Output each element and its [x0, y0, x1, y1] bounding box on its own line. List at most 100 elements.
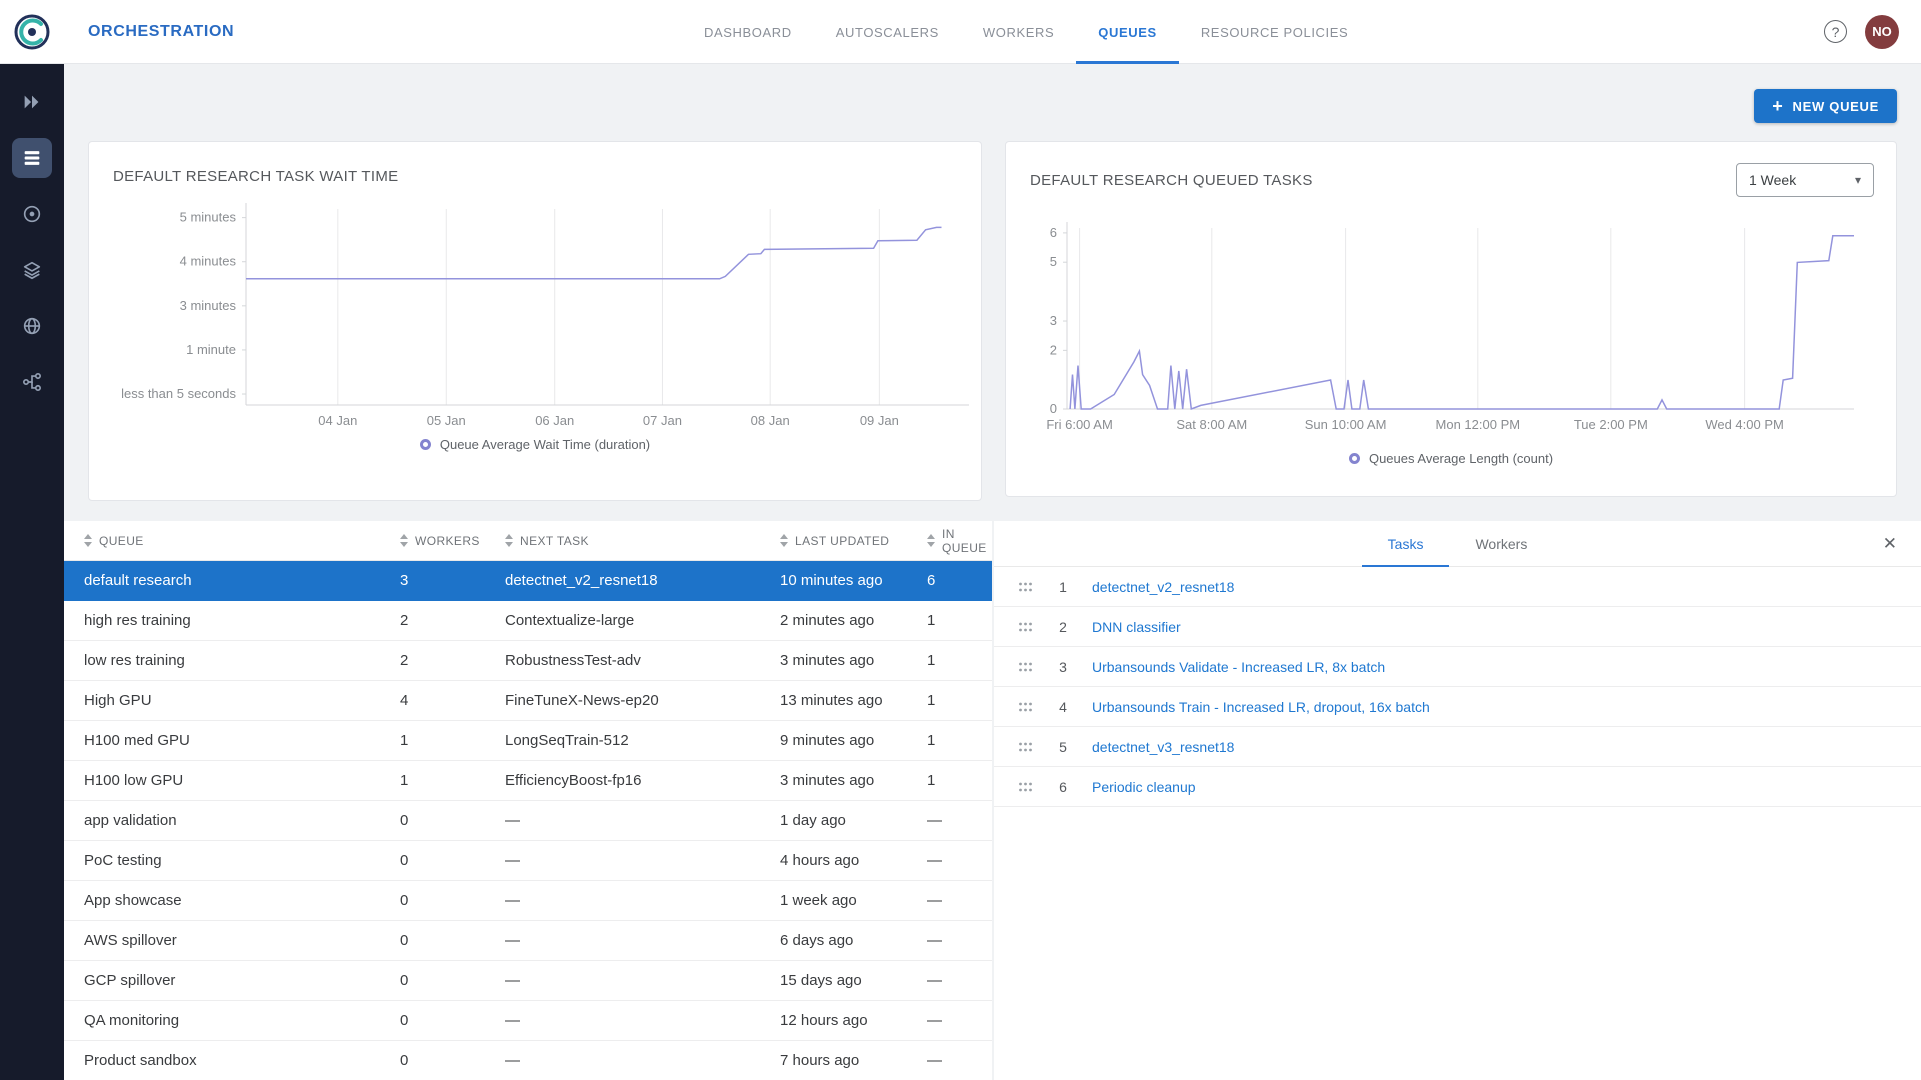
svg-text:Wed 4:00 PM: Wed 4:00 PM [1705, 417, 1784, 432]
queue-cell: PoC testing [64, 852, 384, 869]
nav-tab-queues[interactable]: QUEUES [1076, 0, 1179, 64]
legend-dot-icon[interactable] [1349, 453, 1360, 464]
globe-icon[interactable] [12, 306, 52, 346]
svg-text:07 Jan: 07 Jan [643, 413, 682, 428]
table-row[interactable]: default research3detectnet_v2_resnet1810… [64, 561, 992, 601]
task-link[interactable]: detectnet_v3_resnet18 [1092, 739, 1234, 755]
task-index: 3 [1052, 659, 1074, 675]
help-icon[interactable]: ? [1824, 20, 1847, 43]
new-queue-button[interactable]: + NEW QUEUE [1754, 89, 1897, 123]
svg-text:0: 0 [1050, 401, 1057, 416]
column-header-workers[interactable]: WORKERS [384, 534, 489, 548]
drag-handle-icon[interactable] [1018, 701, 1034, 713]
nav-tab-dashboard[interactable]: DASHBOARD [682, 0, 814, 64]
next-task-cell: EfficiencyBoost-fp16 [489, 772, 764, 789]
legend-dot-icon[interactable] [420, 439, 431, 450]
next-task-cell: — [489, 972, 764, 989]
task-link[interactable]: DNN classifier [1092, 619, 1181, 635]
next-task-cell: — [489, 892, 764, 909]
task-link[interactable]: Periodic cleanup [1092, 779, 1196, 795]
svg-text:3 minutes: 3 minutes [180, 298, 237, 313]
last-updated-cell: 3 minutes ago [764, 652, 911, 669]
in-queue-cell: — [911, 972, 992, 989]
last-updated-cell: 6 days ago [764, 932, 911, 949]
drag-handle-icon[interactable] [1018, 741, 1034, 753]
tab-workers[interactable]: Workers [1449, 521, 1553, 567]
new-queue-label: NEW QUEUE [1793, 99, 1879, 114]
task-row: 6Periodic cleanup [994, 767, 1921, 807]
clearml-logo[interactable] [0, 12, 64, 52]
svg-text:Tue 2:00 PM: Tue 2:00 PM [1574, 417, 1648, 432]
avatar-initials: NO [1872, 24, 1892, 39]
drag-handle-icon[interactable] [1018, 661, 1034, 673]
queue-cell: H100 low GPU [64, 772, 384, 789]
table-row[interactable]: GCP spillover0—15 days ago— [64, 961, 992, 1001]
task-index: 4 [1052, 699, 1074, 715]
nav-tab-autoscalers[interactable]: AUTOSCALERS [814, 0, 961, 64]
last-updated-cell: 9 minutes ago [764, 732, 911, 749]
queue-detail-panel: TasksWorkers ✕ 1 detectnet_v2_resnet18 2DN… [994, 521, 1921, 1080]
column-header-next-task[interactable]: NEXT TASK [489, 534, 764, 548]
nav-tab-workers[interactable]: WORKERS [961, 0, 1076, 64]
column-label: LAST UPDATED [795, 534, 889, 548]
table-row[interactable]: high res training2Contextualize-large2 m… [64, 601, 992, 641]
launch-icon[interactable] [12, 82, 52, 122]
column-header-in-queue[interactable]: IN QUEUE [911, 527, 992, 555]
queue-cell: Product sandbox [64, 1052, 384, 1069]
task-link[interactable]: Urbansounds Validate - Increased LR, 8x … [1092, 659, 1385, 675]
workers-icon[interactable] [12, 194, 52, 234]
svg-text:Fri 6:00 AM: Fri 6:00 AM [1046, 417, 1112, 432]
close-icon[interactable]: ✕ [1883, 521, 1897, 567]
in-queue-cell: 1 [911, 732, 992, 749]
workers-cell: 0 [384, 852, 489, 869]
svg-text:05 Jan: 05 Jan [427, 413, 466, 428]
table-row[interactable]: low res training2RobustnessTest-adv3 min… [64, 641, 992, 681]
top-bar: ORCHESTRATION DASHBOARDAUTOSCALERSWORKER… [0, 0, 1921, 64]
next-task-cell: — [489, 852, 764, 869]
svg-text:2: 2 [1050, 342, 1057, 357]
drag-handle-icon[interactable] [1018, 621, 1034, 633]
panel-tabs: TasksWorkers ✕ [994, 521, 1921, 567]
task-link[interactable]: detectnet_v2_resnet18 [1092, 579, 1234, 595]
svg-text:3: 3 [1050, 313, 1057, 328]
table-row[interactable]: High GPU4FineTuneX-News-ep2013 minutes a… [64, 681, 992, 721]
column-header-last-updated[interactable]: LAST UPDATED [764, 534, 911, 548]
orchestration-icon[interactable] [12, 138, 52, 178]
queued-tasks-legend-label: Queues Average Length (count) [1369, 451, 1553, 466]
table-row[interactable]: H100 low GPU1EfficiencyBoost-fp163 minut… [64, 761, 992, 801]
table-row[interactable]: app validation0—1 day ago— [64, 801, 992, 841]
next-task-cell: Contextualize-large [489, 612, 764, 629]
task-row: 2DNN classifier [994, 607, 1921, 647]
task-row: 1 detectnet_v2_resnet18 [994, 567, 1921, 607]
tab-tasks[interactable]: Tasks [1362, 521, 1450, 567]
in-queue-cell: — [911, 892, 992, 909]
table-row[interactable]: Product sandbox0—7 hours ago— [64, 1041, 992, 1080]
svg-text:less than 5 seconds: less than 5 seconds [121, 386, 236, 401]
time-range-select[interactable]: 1 Week ▾ [1736, 163, 1874, 197]
queued-tasks-chart-card: DEFAULT RESEARCH QUEUED TASKS 1 Week ▾ F… [1005, 141, 1897, 497]
svg-text:Sun 10:00 AM: Sun 10:00 AM [1305, 417, 1387, 432]
column-label: QUEUE [99, 534, 144, 548]
next-task-cell: detectnet_v2_resnet18 [489, 572, 764, 589]
sidebar [0, 64, 64, 1080]
wait-time-chart-title: DEFAULT RESEARCH TASK WAIT TIME [113, 168, 398, 185]
pipelines-icon[interactable] [12, 362, 52, 402]
table-row[interactable]: QA monitoring0—12 hours ago— [64, 1001, 992, 1041]
task-row: 3 Urbansounds Validate - Increased LR, 8x… [994, 647, 1921, 687]
sort-icon [400, 534, 408, 547]
next-task-cell: LongSeqTrain-512 [489, 732, 764, 749]
next-task-cell: — [489, 1052, 764, 1069]
table-row[interactable]: AWS spillover0—6 days ago— [64, 921, 992, 961]
table-row[interactable]: App showcase0—1 week ago— [64, 881, 992, 921]
task-link[interactable]: Urbansounds Train - Increased LR, dropou… [1092, 699, 1430, 715]
drag-handle-icon[interactable] [1018, 781, 1034, 793]
column-header-queue[interactable]: QUEUE [64, 534, 384, 548]
layers-icon[interactable] [12, 250, 52, 290]
drag-handle-icon[interactable] [1018, 581, 1034, 593]
last-updated-cell: 15 days ago [764, 972, 911, 989]
avatar[interactable]: NO [1865, 15, 1899, 49]
nav-tab-resource-policies[interactable]: RESOURCE POLICIES [1179, 0, 1370, 64]
table-row[interactable]: PoC testing0—4 hours ago— [64, 841, 992, 881]
task-index: 1 [1052, 579, 1074, 595]
table-row[interactable]: H100 med GPU1LongSeqTrain-5129 minutes a… [64, 721, 992, 761]
